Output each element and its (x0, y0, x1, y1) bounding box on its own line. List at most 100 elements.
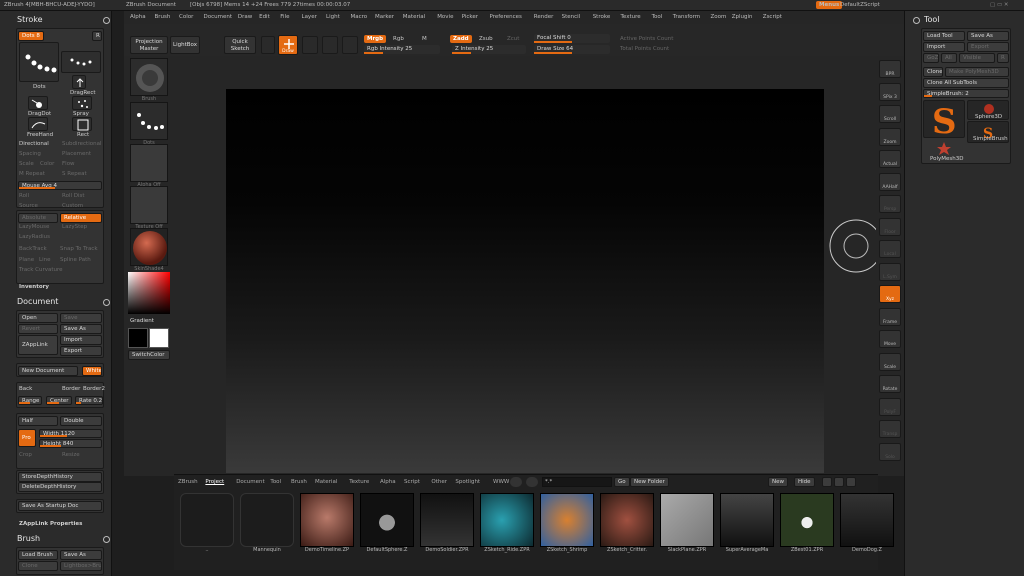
zadd-toggle[interactable]: Zadd (450, 35, 472, 43)
goz-button[interactable]: GoZ (923, 53, 939, 63)
projection-master-button[interactable]: Projection Master (130, 36, 168, 54)
absolute-button[interactable]: Absolute (18, 213, 58, 223)
shelf-spix-3-button[interactable]: SPix 3 (879, 82, 901, 101)
m-toggle[interactable]: M (422, 36, 427, 42)
spacing-slider[interactable]: Spacing (19, 151, 41, 157)
folder-icon[interactable] (240, 493, 294, 547)
reset-button[interactable]: R (92, 31, 102, 41)
shelf-floor-button[interactable]: Floor (879, 217, 901, 236)
menu-marker[interactable]: Marker (375, 14, 394, 20)
dots-stroke-icon[interactable] (19, 42, 59, 82)
crop-button[interactable]: Crop (19, 452, 32, 458)
make-polymesh-button[interactable]: Make PolyMesh3D (945, 67, 1009, 77)
tool-palette-title[interactable]: Tool (924, 15, 940, 24)
lightbox-button[interactable]: LightBox (170, 36, 200, 54)
save-button[interactable]: Save (60, 313, 102, 323)
mrgb-toggle[interactable]: Mrgb (364, 35, 387, 43)
lightbox-search-input[interactable]: *.* (542, 477, 612, 487)
lightbox-tab-script[interactable]: Script (404, 479, 420, 485)
project-thumbnail[interactable] (420, 493, 474, 547)
main-color-swatch[interactable] (149, 328, 169, 348)
clone-all-subtools-button[interactable]: Clone All SubTools (923, 78, 1009, 88)
shelf-transp-button[interactable]: Transp (879, 420, 901, 438)
clone-tool-button[interactable]: Clone (923, 67, 943, 77)
folder-icon[interactable] (180, 493, 234, 547)
simplebrush-tool-thumbnail[interactable]: S (923, 100, 965, 142)
brush-clone-button[interactable]: Clone (18, 561, 58, 571)
relative-button[interactable]: Relative (60, 213, 102, 223)
export-button[interactable]: Export (60, 346, 102, 356)
custom-toggle[interactable]: Custom (62, 203, 83, 209)
lightbox-tab-zbrush[interactable]: ZBrush (178, 479, 198, 485)
menu-light[interactable]: Light (326, 14, 340, 20)
inventory-section[interactable]: Inventory (19, 284, 49, 290)
store-depth-history-button[interactable]: StoreDepthHistory (18, 472, 102, 482)
menu-brush[interactable]: Brush (155, 14, 171, 20)
gear-icon[interactable] (913, 17, 920, 24)
current-brush-thumbnail[interactable] (130, 58, 168, 96)
lightbox-tab-texture[interactable]: Texture (349, 479, 369, 485)
project-thumbnail[interactable] (480, 493, 534, 547)
double-button[interactable]: Double (60, 416, 102, 426)
m-repeat-slider[interactable]: M Repeat (19, 171, 45, 177)
shelf-frame-button[interactable]: Frame (879, 307, 901, 326)
alpha-thumbnail[interactable] (130, 144, 168, 182)
delete-depth-history-button[interactable]: DeleteDepthHistory (18, 482, 102, 492)
view-minimize-icon[interactable] (822, 477, 832, 487)
new-document-button[interactable]: New Document (18, 366, 78, 376)
spline-path-toggle[interactable]: Spline Path (60, 257, 91, 263)
menus-button[interactable]: Menus (816, 1, 843, 9)
navigation-circle-icon[interactable] (826, 212, 878, 280)
color-slider[interactable]: Color (40, 161, 54, 167)
load-tool-button[interactable]: Load Tool (923, 31, 965, 41)
draw-button[interactable]: Draw (278, 35, 298, 55)
lightbox-tab-material[interactable]: Material (315, 479, 337, 485)
plane-toggle[interactable]: Plane (19, 257, 34, 263)
project-thumbnail[interactable] (840, 493, 894, 547)
window-controls[interactable]: ▢ ▭ ✕ (990, 2, 1009, 8)
zsub-toggle[interactable]: Zsub (479, 36, 493, 42)
texture-thumbnail[interactable] (130, 186, 168, 224)
shelf-zoom-button[interactable]: Zoom (879, 127, 901, 146)
menu-edit[interactable]: Edit (259, 14, 270, 20)
lightbox-tab-other[interactable]: Other (431, 479, 447, 485)
menu-render[interactable]: Render (534, 14, 554, 20)
new-folder-button[interactable]: New Folder (630, 477, 669, 487)
material-thumbnail[interactable] (130, 228, 168, 266)
backtrack-toggle[interactable]: BackTrack (19, 246, 47, 252)
dragrect-icon[interactable] (72, 75, 86, 89)
subdirectional-toggle[interactable]: Subdirectional (62, 141, 101, 147)
project-thumbnail[interactable] (720, 493, 774, 547)
source-toggle[interactable]: Source (19, 203, 38, 209)
save-as-button[interactable]: Save As (60, 324, 102, 334)
freehand-icon[interactable] (28, 117, 48, 131)
quick-sketch-button[interactable]: Quick Sketch (224, 36, 256, 54)
s-repeat-slider[interactable]: S Repeat (62, 171, 87, 177)
range-slider[interactable]: Range (18, 396, 42, 405)
dragdot-icon[interactable] (28, 96, 48, 110)
lightbox-brushes-button[interactable]: Lightbox>Brushes (60, 561, 102, 571)
tool-export-button[interactable]: Export (967, 42, 1009, 52)
resize-button[interactable]: Resize (62, 452, 80, 458)
rect-icon[interactable] (72, 117, 92, 131)
mouse-avg-slider[interactable]: Mouse Avg 4 (18, 181, 102, 190)
flow-slider[interactable]: Flow (62, 161, 75, 167)
white-button[interactable]: White (82, 366, 102, 376)
menu-material[interactable]: Material (403, 14, 425, 20)
menu-transform[interactable]: Transform (673, 14, 700, 20)
revert-button[interactable]: Revert (18, 324, 58, 334)
gradient-toggle[interactable]: Gradient (130, 318, 154, 324)
edit-icon[interactable] (261, 36, 275, 54)
brush-save-as-button[interactable]: Save As (60, 550, 102, 560)
shelf-persp-button[interactable]: Persp (879, 195, 901, 213)
rotate-icon[interactable] (342, 36, 358, 54)
shelf-rotate-button[interactable]: Rotate (879, 375, 901, 393)
prev-arrow-icon[interactable] (510, 477, 522, 487)
menu-preferences[interactable]: Preferences (490, 14, 522, 20)
brush-palette-title[interactable]: Brush (17, 534, 40, 543)
open-button[interactable]: Open (18, 313, 58, 323)
menu-layer[interactable]: Layer (302, 14, 317, 20)
lightbox-tab-tool[interactable]: Tool (270, 479, 281, 485)
color-picker[interactable] (128, 272, 170, 314)
lazystep-slider[interactable]: LazyStep (62, 224, 87, 230)
